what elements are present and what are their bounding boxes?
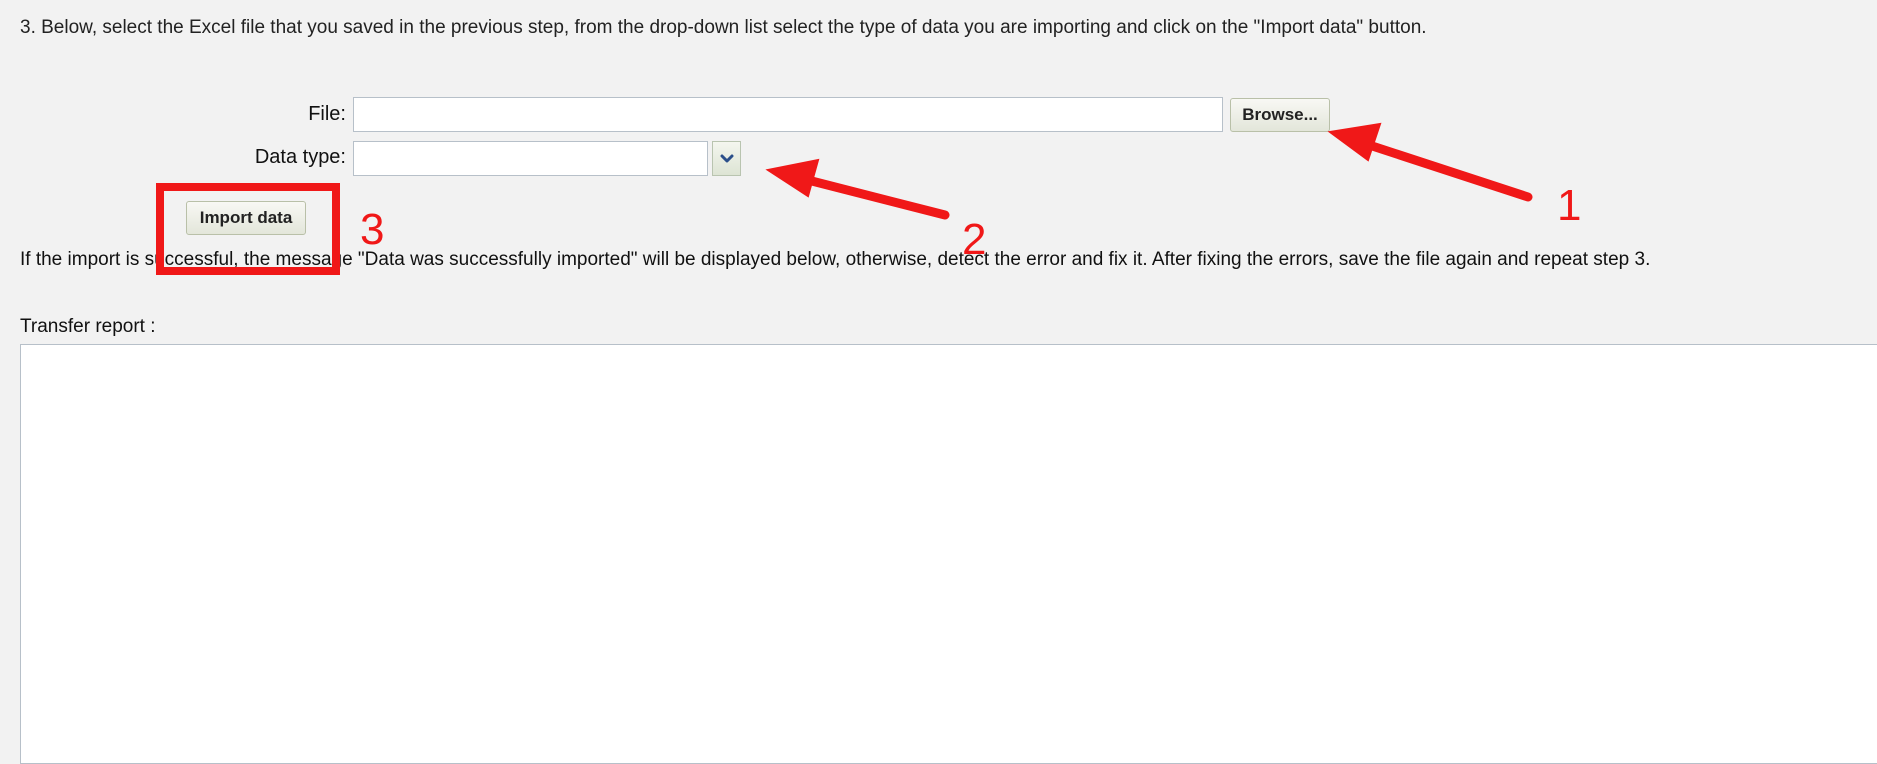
file-input[interactable]: [353, 97, 1223, 132]
annotation-number-2: 2: [962, 215, 987, 264]
annotation-arrow-1: [1327, 122, 1533, 202]
chevron-down-icon: [720, 154, 733, 162]
file-label: File:: [308, 103, 346, 125]
annotation-number-1: 1: [1557, 181, 1582, 230]
data-type-select[interactable]: [353, 141, 708, 176]
browse-button[interactable]: Browse...: [1230, 98, 1330, 132]
transfer-report-area: [20, 344, 1877, 764]
dropdown-button[interactable]: [712, 141, 741, 176]
transfer-report-label: Transfer report :: [20, 316, 156, 337]
annotation-arrow-2: [765, 158, 950, 220]
annotation-highlight-box: [156, 183, 340, 275]
data-type-label: Data type:: [254, 146, 346, 168]
annotation-number-3: 3: [360, 205, 385, 254]
step-instruction: 3. Below, select the Excel file that you…: [20, 17, 1427, 38]
